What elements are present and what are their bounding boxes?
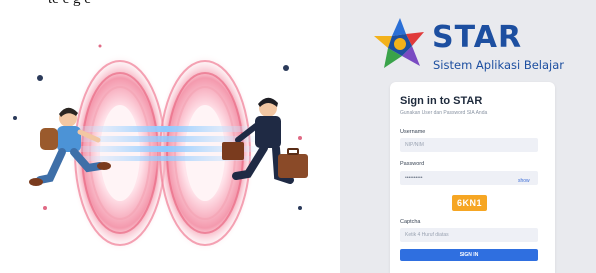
login-subtitle: Gunakan User dan Password SIA Anda: [400, 110, 488, 116]
decor-dot: [298, 206, 302, 210]
logo-subtitle: Sistem Aplikasi Belajar: [433, 58, 565, 72]
username-label: Username: [400, 129, 426, 135]
password-label: Password: [400, 161, 425, 167]
show-password-toggle[interactable]: show: [518, 178, 530, 184]
username-input[interactable]: [400, 138, 538, 152]
portal-illustration: [13, 44, 308, 253]
document-text-fragment: te e g e: [48, 0, 91, 8]
star-logo: STAR Sistem Aplikasi Belajar: [370, 14, 590, 74]
star-logo-icon: [374, 18, 424, 68]
login-title: Sign in to STAR: [400, 95, 483, 107]
decor-dot: [98, 44, 102, 48]
login-panel: STAR Sistem Aplikasi Belajar Sign in to …: [340, 0, 596, 273]
logo-title: STAR: [432, 20, 523, 55]
captcha-input[interactable]: [400, 228, 538, 242]
captcha-label: Captcha: [400, 219, 421, 225]
decor-dot: [37, 75, 43, 81]
captcha-image: 6KN1: [452, 195, 487, 211]
login-card: Sign in to STAR Gunakan User dan Passwor…: [390, 82, 555, 273]
decor-dot: [13, 116, 17, 120]
decor-dot: [43, 206, 47, 210]
sign-in-button[interactable]: SIGN IN: [400, 249, 538, 261]
decor-dot: [283, 65, 289, 71]
decor-dot: [298, 136, 302, 140]
